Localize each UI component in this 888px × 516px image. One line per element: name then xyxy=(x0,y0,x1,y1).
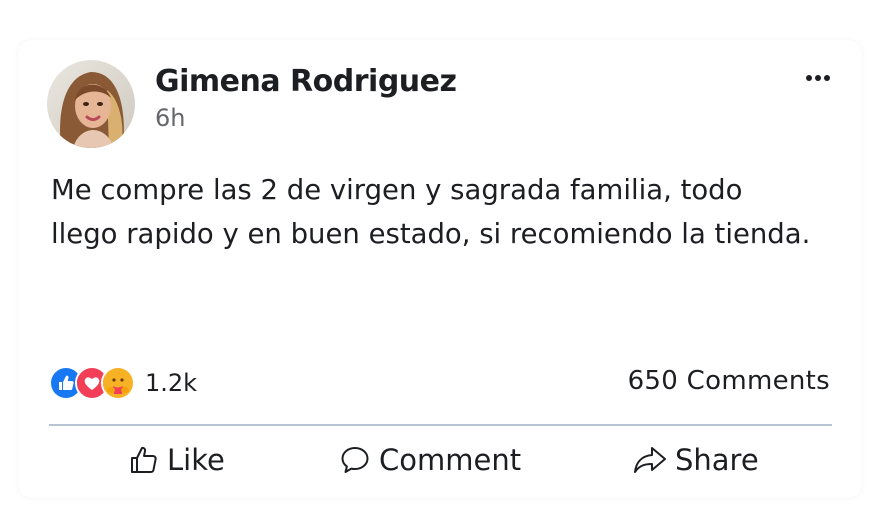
comment-button[interactable]: Comment xyxy=(339,436,521,484)
post-text: Me compre las 2 de virgen y sagrada fami… xyxy=(51,174,811,250)
comments-count[interactable]: 650 Comments xyxy=(628,366,830,396)
post-actions: Like Comment Share xyxy=(49,436,832,484)
share-button[interactable]: Share xyxy=(633,436,759,484)
dot xyxy=(806,75,812,81)
author-name[interactable]: Gimena Rodriguez xyxy=(155,64,457,99)
post-timestamp[interactable]: 6h xyxy=(155,104,185,132)
post-card: Gimena Rodriguez 6h Me compre las 2 de v… xyxy=(18,40,862,498)
more-options-icon[interactable] xyxy=(800,68,836,88)
like-button[interactable]: Like xyxy=(129,436,225,484)
thumbs-up-icon xyxy=(131,446,157,473)
avatar[interactable] xyxy=(47,60,135,148)
reaction-count: 1.2k xyxy=(145,369,198,397)
care-reaction-icon xyxy=(101,366,135,400)
dot xyxy=(824,75,830,81)
avatar-photo xyxy=(47,60,135,148)
reactions-summary[interactable]: 1.2k xyxy=(49,366,197,400)
comment-bubble-icon xyxy=(341,447,369,473)
share-label: Share xyxy=(675,443,759,477)
share-arrow-icon xyxy=(634,447,666,473)
like-label: Like xyxy=(167,443,225,477)
dot xyxy=(815,75,821,81)
divider xyxy=(49,424,832,426)
comment-label: Comment xyxy=(379,443,522,477)
